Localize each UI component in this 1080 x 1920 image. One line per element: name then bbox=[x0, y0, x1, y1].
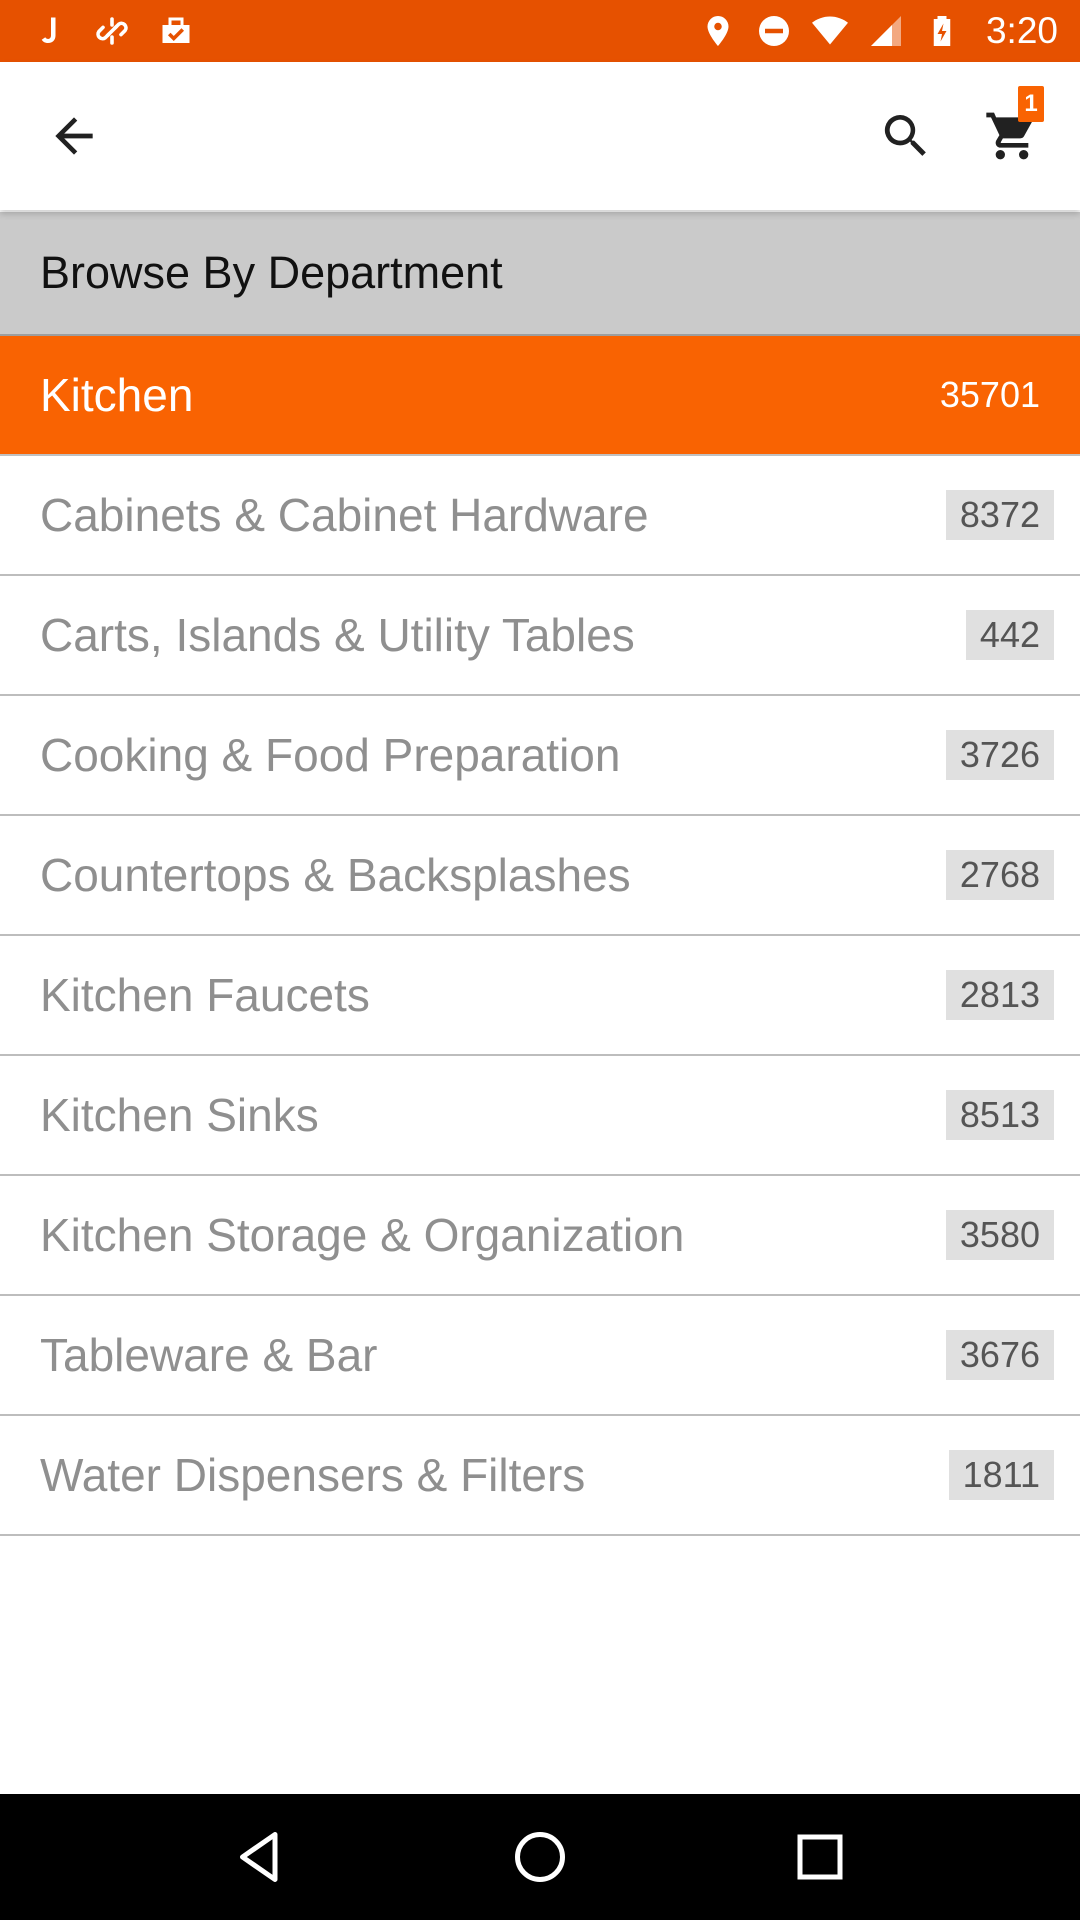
arrow-left-icon bbox=[55, 117, 93, 155]
list-item-label: Cabinets & Cabinet Hardware bbox=[40, 489, 649, 541]
department-header: Browse By Department bbox=[0, 212, 1080, 336]
back-button[interactable] bbox=[36, 98, 112, 174]
selected-department-count: 35701 bbox=[939, 374, 1040, 415]
list-item-count: 8513 bbox=[945, 1090, 1054, 1140]
list-item-label: Kitchen Sinks bbox=[40, 1089, 319, 1141]
list-item[interactable]: Cabinets & Cabinet Hardware 8372 bbox=[0, 456, 1080, 576]
nav-home-button[interactable] bbox=[495, 1812, 585, 1902]
department-header-title: Browse By Department bbox=[40, 247, 503, 298]
list-item-count: 1811 bbox=[948, 1450, 1054, 1500]
list-item-label: Cooking & Food Preparation bbox=[40, 729, 621, 781]
nav-back-button[interactable] bbox=[215, 1812, 305, 1902]
app-toolbar bbox=[0, 62, 1080, 210]
list-item[interactable]: Carts, Islands & Utility Tables 442 bbox=[0, 576, 1080, 696]
list-item-count: 442 bbox=[965, 610, 1054, 660]
list-item[interactable]: Cooking & Food Preparation 3726 bbox=[0, 696, 1080, 816]
list-item[interactable]: Countertops & Backsplashes 2768 bbox=[0, 816, 1080, 936]
link-icon bbox=[94, 13, 130, 49]
search-icon bbox=[884, 115, 926, 156]
j-app-icon bbox=[30, 13, 66, 49]
search-button[interactable] bbox=[868, 98, 944, 174]
list-item[interactable]: Kitchen Sinks 8513 bbox=[0, 1056, 1080, 1176]
list-item-label: Kitchen Faucets bbox=[40, 969, 370, 1021]
list-item[interactable]: Kitchen Storage & Organization 3580 bbox=[0, 1176, 1080, 1296]
list-item-label: Kitchen Storage & Organization bbox=[40, 1209, 685, 1261]
list-item-count: 8372 bbox=[945, 490, 1054, 540]
list-item-label: Countertops & Backsplashes bbox=[40, 849, 631, 901]
signal-icon bbox=[868, 13, 904, 49]
status-left-icons bbox=[30, 13, 194, 49]
home-circle-icon bbox=[515, 1832, 565, 1882]
list-item-label: Water Dispensers & Filters bbox=[40, 1449, 586, 1501]
back-triangle-icon bbox=[240, 1832, 278, 1882]
nav-recents-button[interactable] bbox=[775, 1812, 865, 1902]
clipboard-check-icon bbox=[158, 13, 194, 49]
status-right-icons: 3:20 bbox=[700, 10, 1058, 52]
status-bar: 3:20 bbox=[0, 0, 1080, 62]
battery-charging-icon bbox=[924, 13, 960, 49]
selected-department-label: Kitchen bbox=[40, 369, 194, 421]
list-item[interactable]: Tableware & Bar 3676 bbox=[0, 1296, 1080, 1416]
system-nav-bar bbox=[0, 1794, 1080, 1920]
list-item-count: 3580 bbox=[945, 1210, 1054, 1260]
location-icon bbox=[700, 13, 736, 49]
wifi-icon bbox=[811, 13, 848, 49]
list-item-count: 2768 bbox=[945, 850, 1054, 900]
list-item-count: 2813 bbox=[945, 970, 1054, 1020]
recents-square-icon bbox=[797, 1834, 843, 1880]
list-item[interactable]: Kitchen Faucets 2813 bbox=[0, 936, 1080, 1056]
selected-department-row[interactable]: Kitchen 35701 bbox=[0, 336, 1080, 456]
department-list: Cabinets & Cabinet Hardware 8372 Carts, … bbox=[0, 456, 1080, 1536]
list-item-count: 3726 bbox=[945, 730, 1054, 780]
cart-count-badge: 1 bbox=[1018, 86, 1044, 122]
list-item[interactable]: Water Dispensers & Filters 1811 bbox=[0, 1416, 1080, 1536]
list-item-label: Tableware & Bar bbox=[40, 1329, 378, 1381]
list-item-label: Carts, Islands & Utility Tables bbox=[40, 609, 635, 661]
do-not-disturb-icon bbox=[756, 13, 792, 49]
status-time: 3:20 bbox=[985, 10, 1058, 51]
list-item-count: 3676 bbox=[945, 1330, 1054, 1380]
